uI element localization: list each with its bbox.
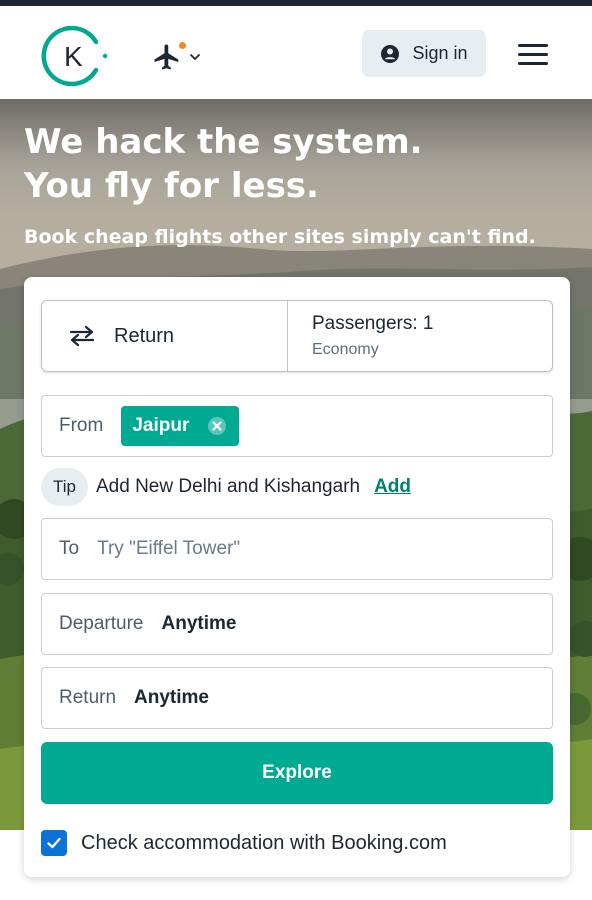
sign-in-button[interactable]: Sign in — [362, 30, 486, 77]
tip-add-link[interactable]: Add — [374, 476, 411, 498]
accommodation-option[interactable]: Check accommodation with Booking.com — [41, 828, 447, 858]
explore-button[interactable]: Explore — [41, 742, 553, 804]
remove-circle-icon[interactable] — [207, 416, 227, 436]
trip-type-label: Return — [114, 324, 175, 347]
from-label: From — [59, 415, 104, 436]
plane-icon — [154, 44, 179, 70]
passengers-selector[interactable]: Passengers: 1 Economy — [288, 301, 552, 371]
accommodation-label: Check accommodation with Booking.com — [81, 831, 447, 854]
to-label: To — [59, 538, 80, 559]
cabin-class-label: Economy — [312, 341, 379, 358]
passengers-label: Passengers: 1 — [312, 313, 434, 334]
swap-arrows-icon — [69, 325, 95, 347]
tip-badge: Tip — [41, 468, 88, 506]
kiwi-logo[interactable]: K — [38, 25, 110, 87]
hero-headline: We hack the system. You fly for less. — [24, 120, 564, 208]
to-placeholder: Try "Eiffel Tower" — [97, 538, 241, 559]
logo-letter: K — [64, 41, 83, 72]
sign-in-label: Sign in — [412, 43, 468, 63]
accommodation-checkbox[interactable] — [41, 830, 67, 856]
origin-chip-label: Jaipur — [132, 415, 190, 436]
departure-value: Anytime — [161, 613, 237, 634]
user-icon — [381, 44, 400, 63]
trip-options: Return Passengers: 1 Economy — [41, 300, 553, 372]
checkmark-icon — [47, 837, 61, 849]
departure-label: Departure — [59, 613, 144, 634]
to-field[interactable]: To Try "Eiffel Tower" — [41, 518, 553, 580]
headline-line-2: You fly for less. — [24, 166, 319, 206]
departure-field[interactable]: Departure Anytime — [41, 593, 553, 655]
notification-dot — [179, 42, 186, 49]
chevron-down-icon — [190, 54, 200, 60]
trip-type-selector[interactable]: Return — [42, 301, 288, 371]
return-label: Return — [59, 687, 117, 708]
from-field[interactable]: From Jaipur — [41, 395, 553, 457]
headline-line-1: We hack the system. — [24, 122, 423, 162]
tip-row: Tip Add New Delhi and Kishangarh Add — [41, 467, 411, 507]
transport-mode-selector[interactable] — [152, 40, 208, 74]
origin-chip[interactable]: Jaipur — [121, 406, 240, 446]
tip-text: Add New Delhi and Kishangarh — [96, 476, 361, 497]
hamburger-menu-icon[interactable] — [516, 40, 550, 68]
search-form-card: Return Passengers: 1 Economy From Jaipur… — [24, 277, 570, 877]
return-value: Anytime — [134, 687, 209, 708]
return-field[interactable]: Return Anytime — [41, 667, 553, 729]
hero-subheadline: Book cheap flights other sites simply ca… — [24, 226, 536, 248]
site-header: K Sign in — [0, 6, 592, 99]
